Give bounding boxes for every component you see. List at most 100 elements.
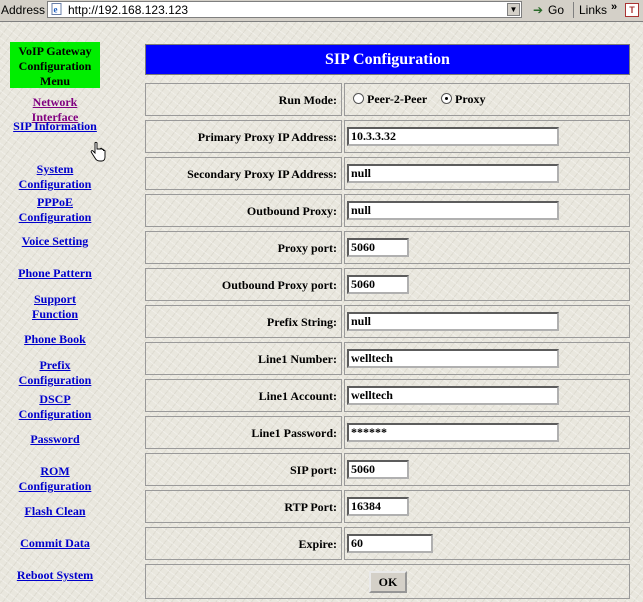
- menu-link-phone-pattern[interactable]: Phone Pattern: [0, 266, 110, 281]
- page-content: VoIP Gateway Configuration Menu Network Int…: [0, 22, 643, 602]
- run-mode-label: Run Mode:: [278, 93, 337, 107]
- primary-proxy-ip-address-value-cell: 10.3.3.32: [344, 120, 630, 153]
- menu-link-text: Voice Setting: [21, 234, 89, 248]
- go-label: Go: [548, 3, 565, 17]
- menu-link-text: Configuration: [18, 373, 92, 387]
- menu-link-text: Prefix: [39, 358, 71, 372]
- menu-link-sip-information[interactable]: SIP Information: [0, 119, 110, 134]
- line1-number-label-cell: Line1 Number:: [145, 342, 342, 375]
- address-label: Address: [1, 3, 46, 17]
- rtp-port-input[interactable]: 16384: [347, 497, 409, 516]
- menu-link-flash-clean[interactable]: Flash Clean: [0, 504, 110, 519]
- menu-header: VoIP Gateway Configuration Menu: [10, 42, 100, 88]
- menu-link-voice-setting[interactable]: Voice Setting: [0, 234, 110, 249]
- ie-page-icon: e: [51, 3, 62, 15]
- sip-port-label-cell: SIP port:: [145, 453, 342, 486]
- menu-link-dscp-configuration[interactable]: DSCP Configuration: [0, 392, 110, 422]
- proxy-port-label: Proxy port:: [277, 241, 337, 255]
- expire-label-cell: Expire:: [145, 527, 342, 560]
- go-button[interactable]: ➔ Go: [531, 2, 569, 18]
- ok-row: OK: [145, 564, 630, 599]
- menu-link-rom-configuration[interactable]: ROM Configuration: [0, 464, 110, 494]
- primary-proxy-ip-address-input[interactable]: 10.3.3.32: [347, 127, 559, 146]
- line1-password-value-cell: ******: [344, 416, 630, 449]
- run-mode-cell: Peer-2-Peer Proxy: [344, 83, 630, 116]
- outbound-proxy-port-input[interactable]: 5060: [347, 275, 409, 294]
- proxy-port-input[interactable]: 5060: [347, 238, 409, 257]
- menu-link-prefix-configuration[interactable]: Prefix Configuration: [0, 358, 110, 388]
- menu-link-text: Function: [31, 307, 78, 321]
- address-bar: Address e http://192.168.123.123 ▼ ➔ Go …: [0, 0, 643, 22]
- rtp-port-label: RTP Port:: [284, 500, 337, 514]
- menu-link-text: Configuration: [18, 210, 92, 224]
- menu-link-text: Network: [32, 95, 78, 109]
- line1-number-value-cell: welltech: [344, 342, 630, 375]
- menu-link-system-configuration[interactable]: System Configuration: [0, 162, 110, 192]
- proxy-port-label-cell: Proxy port:: [145, 231, 342, 264]
- links-button[interactable]: Links: [579, 3, 607, 17]
- ok-button[interactable]: OK: [369, 571, 407, 593]
- links-chevron-icon[interactable]: »: [611, 1, 617, 13]
- sip-port-input[interactable]: 5060: [347, 460, 409, 479]
- menu-link-text: System: [36, 162, 74, 176]
- svg-text:e: e: [54, 5, 58, 15]
- sip-port-value-cell: 5060: [344, 453, 630, 486]
- menu-link-text: Flash Clean: [24, 504, 86, 518]
- line1-account-label: Line1 Account:: [258, 389, 337, 403]
- line1-number-input[interactable]: welltech: [347, 349, 559, 368]
- prefix-string-label-cell: Prefix String:: [145, 305, 342, 338]
- form-title: SIP Configuration: [145, 44, 630, 75]
- go-arrow-icon: ➔: [533, 3, 544, 17]
- menu-link-text: Configuration: [18, 407, 92, 421]
- menu-link-support-function[interactable]: Support Function: [0, 292, 110, 322]
- sip-port-label: SIP port:: [289, 463, 337, 477]
- menu-link-pppoe-configuration[interactable]: PPPoE Configuration: [0, 195, 110, 225]
- secondary-proxy-ip-address-value-cell: null: [344, 157, 630, 190]
- menu-link-commit-data[interactable]: Commit Data: [0, 536, 110, 551]
- menu-link-reboot-system[interactable]: Reboot System: [0, 568, 110, 583]
- secondary-proxy-ip-address-label-cell: Secondary Proxy IP Address:: [145, 157, 342, 190]
- expire-input[interactable]: 60: [347, 534, 433, 553]
- hand-cursor-icon: [90, 142, 106, 162]
- left-menu: VoIP Gateway Configuration Menu Network Int…: [0, 22, 130, 602]
- menu-link-phone-book[interactable]: Phone Book: [0, 332, 110, 347]
- primary-proxy-ip-address-label: Primary Proxy IP Address:: [197, 130, 337, 144]
- secondary-proxy-ip-address-label: Secondary Proxy IP Address:: [187, 167, 337, 181]
- menu-link-password[interactable]: Password: [0, 432, 110, 447]
- address-url: http://192.168.123.123: [68, 3, 189, 17]
- menu-header-line: Menu: [40, 74, 70, 88]
- expire-value-cell: 60: [344, 527, 630, 560]
- menu-link-text: Password: [30, 432, 80, 446]
- address-dropdown-icon[interactable]: ▼: [507, 3, 520, 16]
- line1-password-label: Line1 Password:: [251, 426, 337, 440]
- primary-proxy-ip-address-label-cell: Primary Proxy IP Address:: [145, 120, 342, 153]
- toolbar-separator: [573, 2, 574, 18]
- menu-link-text: ROM: [40, 464, 70, 478]
- radio-peer-2-peer[interactable]: [353, 93, 364, 104]
- line1-account-input[interactable]: welltech: [347, 386, 559, 405]
- outbound-proxy-port-label-cell: Outbound Proxy port:: [145, 268, 342, 301]
- prefix-string-input[interactable]: null: [347, 312, 559, 331]
- secondary-proxy-ip-address-input[interactable]: null: [347, 164, 559, 183]
- menu-header-line: Configuration: [18, 59, 92, 73]
- toolbar-extension-icon[interactable]: T: [625, 3, 639, 17]
- rtp-port-value-cell: 16384: [344, 490, 630, 523]
- outbound-proxy-port-value-cell: 5060: [344, 268, 630, 301]
- menu-link-text: Phone Pattern: [18, 266, 92, 280]
- address-input[interactable]: e http://192.168.123.123 ▼: [47, 1, 522, 18]
- menu-link-text: SIP Information: [13, 119, 97, 133]
- menu-link-text: Configuration: [18, 177, 92, 191]
- line1-password-input[interactable]: ******: [347, 423, 559, 442]
- outbound-proxy-input[interactable]: null: [347, 201, 559, 220]
- rtp-port-label-cell: RTP Port:: [145, 490, 342, 523]
- proxy-port-value-cell: 5060: [344, 231, 630, 264]
- outbound-proxy-label-cell: Outbound Proxy:: [145, 194, 342, 227]
- prefix-string-label: Prefix String:: [266, 315, 337, 329]
- menu-link-text: DSCP: [39, 392, 71, 406]
- outbound-proxy-label: Outbound Proxy:: [246, 204, 337, 218]
- radio-proxy[interactable]: [441, 93, 452, 104]
- outbound-proxy-port-label: Outbound Proxy port:: [221, 278, 337, 292]
- menu-link-text: Support: [33, 292, 77, 306]
- menu-link-text: Configuration: [18, 479, 92, 493]
- line1-password-label-cell: Line1 Password:: [145, 416, 342, 449]
